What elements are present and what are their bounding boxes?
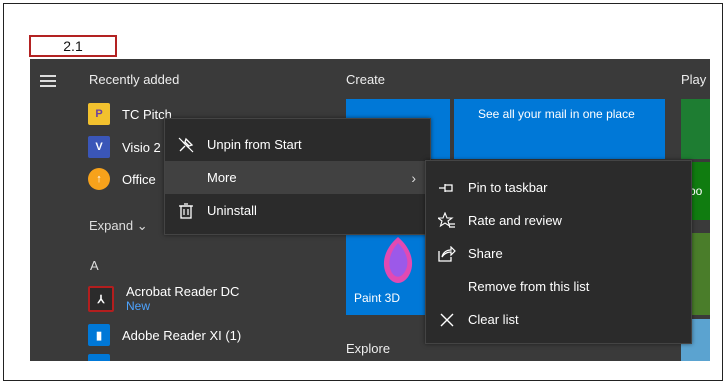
hamburger-menu-icon[interactable]	[40, 75, 56, 87]
app-item-office[interactable]: ↑ Office	[88, 165, 156, 193]
unpin-from-start-item[interactable]: Unpin from Start	[165, 128, 430, 161]
app-label: Acrobat Reader DC	[126, 284, 240, 299]
remove-from-list-item[interactable]: Remove from this list	[426, 270, 691, 303]
menu-item-label: Remove from this list	[468, 279, 590, 294]
paint3d-icon	[383, 237, 413, 283]
menu-item-label: Unpin from Start	[207, 137, 302, 152]
more-item[interactable]: More ›	[165, 161, 430, 194]
paint3d-label: Paint 3D	[354, 291, 401, 305]
app-item-visio[interactable]: V Visio 2	[88, 133, 161, 161]
app-item-adobe-reader[interactable]: ▮ Adobe Reader XI (1)	[88, 321, 241, 349]
app-label: Visio 2	[122, 139, 161, 155]
menu-item-label: Uninstall	[207, 203, 257, 218]
context-menu: Unpin from Start More › Uninstall	[164, 118, 431, 235]
explore-title: Explore	[346, 341, 391, 356]
pin-icon	[426, 182, 468, 194]
clear-list-item[interactable]: Clear list	[426, 303, 691, 336]
app-item-tc-pitch[interactable]: P TC Pitch	[88, 100, 172, 128]
app-label: Adobe Reader XI (1)	[122, 327, 242, 343]
menu-item-label: More	[207, 170, 237, 185]
play-title: Play	[681, 72, 707, 87]
expand-button[interactable]: Expand ⌄	[89, 218, 148, 234]
new-badge: New	[126, 299, 151, 313]
uninstall-item[interactable]: Uninstall	[165, 194, 430, 227]
document-icon: ▮	[88, 324, 110, 346]
recently-added-title: Recently added	[89, 72, 180, 87]
acrobat-icon: ⅄	[88, 286, 114, 312]
create-title: Create	[346, 72, 386, 87]
menu-item-label: Pin to taskbar	[468, 180, 548, 195]
share-icon	[426, 245, 468, 262]
rate-review-icon	[426, 211, 468, 230]
letter-header-a[interactable]: A	[90, 258, 99, 273]
app-icon	[88, 354, 110, 361]
trash-icon	[165, 202, 207, 219]
app-item-partial[interactable]	[88, 351, 122, 361]
close-icon	[426, 313, 468, 327]
app-label: Office	[122, 171, 156, 187]
mail-tile[interactable]: See all your mail in one place	[454, 99, 665, 159]
menu-item-label: Rate and review	[468, 213, 562, 228]
mail-tile-text: See all your mail in one place	[478, 107, 635, 121]
share-item[interactable]: Share	[426, 237, 691, 270]
play-tile-top[interactable]	[681, 99, 710, 159]
app-item-acrobat[interactable]: ⅄ Acrobat Reader DC New	[88, 282, 239, 316]
more-submenu: Pin to taskbar Rate and review Share Rem…	[425, 160, 692, 344]
menu-item-label: Clear list	[468, 312, 519, 327]
rate-and-review-item[interactable]: Rate and review	[426, 204, 691, 237]
chevron-right-icon: ›	[411, 169, 416, 186]
menu-item-label: Share	[468, 246, 503, 261]
office-icon: ↑	[88, 168, 110, 190]
unpin-icon	[165, 136, 207, 154]
pin-to-taskbar-item[interactable]: Pin to taskbar	[426, 171, 691, 204]
visio-icon: V	[88, 136, 110, 158]
tc-pitch-icon: P	[88, 103, 110, 125]
step-label: 2.1	[29, 35, 117, 57]
